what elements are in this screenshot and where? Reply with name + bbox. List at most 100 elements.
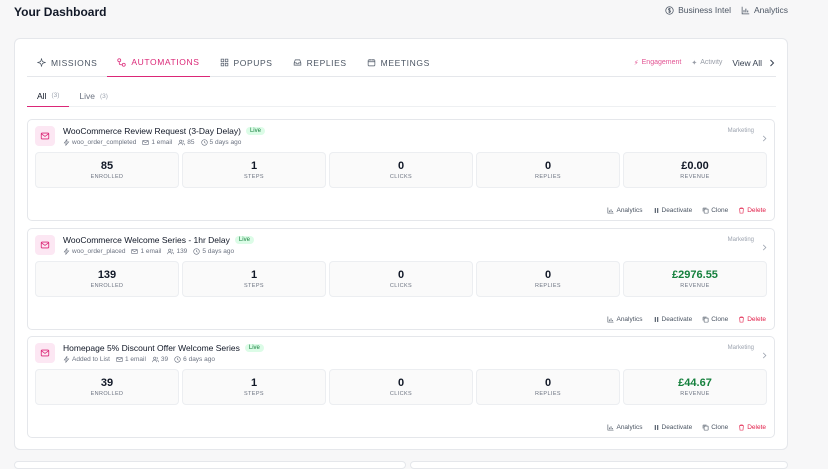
clone-button[interactable]: Clone	[702, 424, 728, 431]
tab-replies[interactable]: REPLIES	[283, 49, 357, 77]
view-all-button[interactable]: View All	[732, 58, 776, 68]
emails-meta: 1 email	[116, 356, 146, 363]
stat-label: REPLIES	[534, 174, 562, 180]
deactivate-button[interactable]: Deactivate	[653, 424, 692, 431]
users-icon	[178, 139, 186, 146]
stat-value: £2976.55	[672, 269, 718, 281]
stats-row: 39 ENROLLED 1 STEPS 0 CLICKS 0 REPLIES £44.67 REV…	[35, 369, 767, 405]
users-icon	[152, 356, 159, 363]
stat-card-clicks: 0 CLICKS	[329, 369, 473, 405]
main-tabs: MISSIONS AUTOMATIONS POPUPS REPLIES MEET…	[27, 49, 776, 77]
delete-button-label: Delete	[747, 316, 766, 323]
card-title-row: WooCommerce Review Request (3-Day Delay)…	[63, 126, 265, 136]
delete-button[interactable]: Delete	[738, 316, 766, 323]
activity-link[interactable]: ✦ Activity	[691, 59, 722, 67]
stat-label: STEPS	[243, 174, 265, 180]
stat-label: CLICKS	[389, 283, 413, 289]
stat-value: 0	[397, 377, 405, 389]
stat-label: REVENUE	[680, 174, 710, 180]
filter-subtabs: All (3) Live (3)	[27, 85, 776, 107]
analytics-button[interactable]: Analytics	[607, 316, 643, 323]
clock-icon	[200, 139, 208, 146]
automation-title: WooCommerce Review Request (3-Day Delay)	[63, 126, 241, 136]
clone-button[interactable]: Clone	[702, 207, 728, 214]
emails-meta: 1 email	[142, 139, 172, 146]
engagement-link[interactable]: ⚡ Engagement	[634, 59, 682, 67]
card-meta: woo_order_placed 1 email 139 5 days ago	[63, 248, 234, 255]
next-panel-right	[410, 461, 788, 469]
tab-popups[interactable]: POPUPS	[210, 49, 283, 77]
stat-card-clicks: 0 CLICKS	[329, 152, 473, 188]
age-meta: 5 days ago	[193, 248, 234, 255]
people-meta: 39	[152, 356, 168, 363]
trash-icon	[739, 207, 745, 214]
tab-popups-label: POPUPS	[233, 57, 273, 68]
automation-card[interactable]: Homepage 5% Discount Offer Welcome Serie…	[27, 336, 775, 438]
stat-label: CLICKS	[389, 391, 413, 397]
tab-replies-label: REPLIES	[306, 57, 347, 68]
automations-panel: MISSIONS AUTOMATIONS POPUPS REPLIES MEET…	[14, 38, 788, 450]
subtab-all[interactable]: All (3)	[27, 85, 70, 107]
chevron-right-icon[interactable]	[761, 244, 768, 251]
tab-missions[interactable]: MISSIONS	[27, 49, 107, 77]
bolt-icon	[63, 248, 70, 255]
delete-button[interactable]: Delete	[738, 207, 766, 214]
calendar-icon	[367, 59, 375, 67]
trigger-text: woo_order_placed	[72, 248, 126, 255]
chevron-right-icon[interactable]	[761, 352, 768, 359]
subtab-live-label: Live	[79, 91, 95, 101]
stat-label: REVENUE	[680, 391, 710, 397]
copy-icon	[702, 316, 709, 323]
mail-icon-badge	[35, 343, 55, 363]
people-text: 39	[160, 356, 169, 363]
stats-row: 85 ENROLLED 1 STEPS 0 CLICKS 0 REPLIES £0.00 REVE…	[35, 152, 767, 188]
stat-value: 1	[250, 377, 258, 389]
next-panel-left	[14, 461, 406, 469]
mail-icon	[131, 249, 139, 254]
page-title: Your Dashboard	[14, 5, 107, 19]
bolt-icon	[63, 356, 70, 363]
tab-meetings[interactable]: MEETINGS	[357, 49, 440, 77]
stat-label: REPLIES	[534, 391, 562, 397]
dollar-circle-icon	[665, 5, 674, 15]
analytics-button[interactable]: Analytics	[607, 207, 643, 214]
chevron-right-icon[interactable]	[761, 135, 768, 142]
clone-button-label: Clone	[711, 424, 729, 431]
bolt-icon: ⚡	[633, 59, 639, 67]
delete-button[interactable]: Delete	[738, 424, 766, 431]
tab-missions-label: MISSIONS	[51, 57, 98, 68]
activity-label: Activity	[700, 59, 723, 66]
deactivate-button[interactable]: Deactivate	[653, 316, 692, 323]
subtab-all-label: All	[37, 90, 47, 101]
subtab-live[interactable]: Live (3)	[69, 85, 118, 107]
clone-button[interactable]: Clone	[702, 316, 728, 323]
clone-button-label: Clone	[711, 207, 729, 214]
analytics-button[interactable]: Analytics	[607, 424, 643, 431]
bolt-icon	[63, 139, 70, 146]
card-meta: Added to List 1 email 39 6 days ago	[63, 356, 215, 363]
pause-icon	[654, 208, 658, 213]
automation-card[interactable]: WooCommerce Welcome Series - 1hr Delay L…	[27, 228, 775, 330]
inbox-icon	[293, 59, 301, 66]
analytics-link[interactable]: Analytics	[741, 5, 788, 15]
trigger-meta: Added to List	[63, 356, 110, 363]
stat-card-clicks: 0 CLICKS	[329, 261, 473, 297]
deactivate-button-label: Deactivate	[661, 207, 693, 214]
tab-automations[interactable]: AUTOMATIONS	[107, 49, 210, 77]
stat-value: 0	[397, 160, 405, 172]
analytics-button-label: Analytics	[616, 207, 643, 214]
automation-card[interactable]: WooCommerce Review Request (3-Day Delay)…	[27, 119, 775, 221]
age-text: 6 days ago	[183, 356, 215, 363]
business-intel-link[interactable]: Business Intel	[665, 5, 731, 15]
automation-title: WooCommerce Welcome Series - 1hr Delay	[63, 235, 230, 245]
bar-chart-icon	[608, 207, 615, 214]
clone-button-label: Clone	[711, 316, 729, 323]
stat-value: 0	[544, 160, 552, 172]
age-text: 5 days ago	[202, 248, 235, 255]
stat-card-steps: 1 STEPS	[182, 261, 326, 297]
tab-automations-label: AUTOMATIONS	[131, 57, 200, 67]
bar-chart-icon	[608, 424, 615, 431]
deactivate-button[interactable]: Deactivate	[653, 207, 693, 214]
stat-label: REVENUE	[680, 283, 710, 289]
workflow-icon	[117, 57, 126, 67]
